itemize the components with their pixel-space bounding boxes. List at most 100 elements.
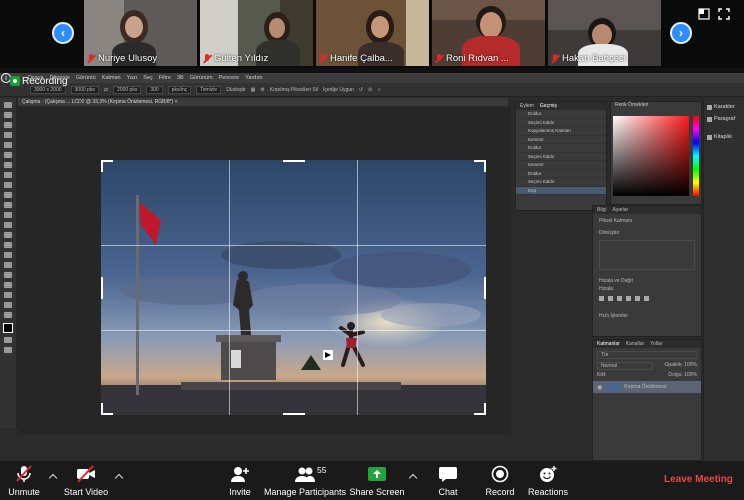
crop-handle[interactable] [101, 403, 103, 415]
history-brush-icon[interactable] [4, 202, 12, 208]
tab-info[interactable]: Bilgi [597, 207, 606, 213]
menu-item[interactable]: Seç [143, 75, 152, 81]
crop-handle[interactable] [101, 160, 103, 172]
history-item[interactable]: Seçimi Kaldır [516, 119, 606, 127]
brush-tool-icon[interactable] [4, 182, 12, 188]
delete-cropped-checkbox[interactable]: Kırpılmış Pikselleri Sil [270, 87, 318, 93]
tab-adjustments[interactable]: Ayarlar [612, 207, 628, 213]
history-item[interactable]: Kırp [516, 186, 606, 195]
participant-tile[interactable]: Hanife Çalba... [316, 0, 429, 66]
chat-button[interactable]: Chat [436, 461, 460, 500]
audio-options-caret[interactable] [48, 473, 58, 483]
layer-filter-select[interactable]: Tür [597, 351, 697, 359]
crop-handle[interactable] [484, 403, 486, 415]
dock-item-paragraph[interactable]: Paragraf [704, 113, 744, 125]
fill-field[interactable]: Dolgu: 100% [668, 372, 697, 378]
eyedropper-tool-icon[interactable] [4, 162, 12, 168]
tab-channels[interactable]: Kanallar [626, 341, 644, 347]
marquee-tool-icon[interactable] [4, 112, 12, 118]
share-options-caret[interactable] [408, 473, 418, 483]
recording-indicator[interactable]: Recording [10, 75, 68, 87]
quick-mask-icon[interactable] [4, 337, 12, 343]
move-tool-icon[interactable] [4, 102, 12, 108]
reset-icon[interactable]: ↺ [359, 87, 363, 93]
grid-overlay-icon[interactable]: ▦ [251, 87, 256, 93]
screen-mode-icon[interactable] [4, 347, 12, 353]
reactions-button[interactable]: Reactions [528, 461, 568, 500]
history-item[interactable]: Seçimi Kaldır [516, 153, 606, 161]
pen-tool-icon[interactable] [4, 252, 12, 258]
hand-tool-icon[interactable] [4, 292, 12, 298]
share-screen-button[interactable]: Share Screen [349, 461, 405, 500]
blend-mode-select[interactable]: Normal [597, 362, 653, 370]
more-tools-icon[interactable] [4, 312, 12, 318]
crop-handle[interactable] [101, 277, 103, 299]
select-tool-icon[interactable] [4, 132, 12, 138]
history-item[interactable]: Doldur [516, 110, 606, 119]
crop-handle[interactable] [484, 160, 486, 172]
zoom-tool-icon[interactable] [4, 302, 12, 308]
swap-icon[interactable]: ⇄ [104, 87, 108, 93]
align-middle-icon[interactable] [635, 296, 640, 301]
align-right-icon[interactable] [617, 296, 622, 301]
video-options-caret[interactable] [114, 473, 124, 483]
unmute-button[interactable]: Unmute [6, 461, 42, 500]
crop-tool-icon[interactable] [4, 142, 12, 148]
content-aware-checkbox[interactable]: İçeriğe Uygun [323, 87, 354, 93]
history-item[interactable]: Seçimi Kaldır [516, 178, 606, 187]
participant-tile[interactable]: Hakan Bahçeci [548, 0, 661, 66]
history-item[interactable]: Kement [516, 161, 606, 170]
menu-item[interactable]: Görüntü [76, 75, 96, 81]
crop-handle[interactable] [484, 277, 486, 299]
invite-button[interactable]: Invite [226, 461, 254, 500]
straighten-button[interactable]: Düzleştir [226, 87, 245, 93]
commit-check-icon[interactable]: ✓ [377, 87, 381, 93]
photo-image[interactable] [101, 160, 486, 415]
color-picker-field[interactable] [613, 116, 689, 196]
dock-item-character[interactable]: Karakter [704, 101, 744, 113]
foreground-color-swatch[interactable] [3, 323, 13, 333]
eye-icon[interactable]: ◉ [597, 384, 602, 391]
clear-button[interactable]: Temizle [196, 85, 222, 94]
path-select-icon[interactable] [4, 272, 12, 278]
opacity-field[interactable]: Opaklık: 100% [664, 362, 697, 370]
chevron-right-icon[interactable]: › [670, 22, 692, 44]
settings-icon[interactable]: ⚙ [260, 87, 264, 93]
resolution-input[interactable]: 300 [146, 85, 163, 94]
align-top-icon[interactable] [626, 296, 631, 301]
gradient-tool-icon[interactable] [4, 222, 12, 228]
dodge-tool-icon[interactable] [4, 242, 12, 248]
participant-tile[interactable]: Nuriye Ulusoy [84, 0, 197, 66]
resolution-unit-select[interactable]: pks/inç [167, 85, 192, 94]
tab-layers[interactable]: Katmanlar [597, 341, 620, 347]
crop-handle[interactable] [283, 160, 305, 162]
blur-tool-icon[interactable] [4, 232, 12, 238]
menu-item[interactable]: 3B [177, 75, 184, 81]
menu-item[interactable]: Görünüm [190, 75, 213, 81]
participant-tile[interactable]: Gülten Yıldız [200, 0, 313, 66]
align-center-icon[interactable] [608, 296, 613, 301]
history-item[interactable]: Kopyalanmış Katman [516, 127, 606, 136]
record-button[interactable]: Record [486, 461, 515, 500]
menu-item[interactable]: Yardım [245, 75, 262, 81]
canvas-area[interactable] [18, 107, 510, 435]
cancel-icon[interactable]: ⊘ [368, 87, 372, 93]
history-item[interactable]: Kement [516, 136, 606, 144]
history-item[interactable]: Doldur [516, 144, 606, 153]
menu-item[interactable]: Katman [102, 75, 121, 81]
leave-meeting-button[interactable]: Leave Meeting [664, 474, 733, 485]
document-tab[interactable]: Çalışma · (Çalışma ... LCD2 @ 33,3% (Kır… [18, 98, 508, 106]
type-tool-icon[interactable] [4, 262, 12, 268]
layer-row[interactable]: ◉ Kırpma Önizlemesi [593, 381, 701, 393]
gallery-view-icon[interactable] [698, 8, 710, 20]
crop-height-input[interactable]: 2000 pks [113, 85, 142, 94]
lasso-tool-icon[interactable] [4, 122, 12, 128]
stamp-tool-icon[interactable] [4, 192, 12, 198]
shape-tool-icon[interactable] [4, 282, 12, 288]
frame-tool-icon[interactable] [4, 152, 12, 158]
menu-item[interactable]: Filtre [159, 75, 171, 81]
chevron-left-icon[interactable]: ‹ [52, 22, 74, 44]
heal-tool-icon[interactable] [4, 172, 12, 178]
hue-slider[interactable] [693, 116, 699, 196]
history-item[interactable]: Doldur [516, 170, 606, 178]
